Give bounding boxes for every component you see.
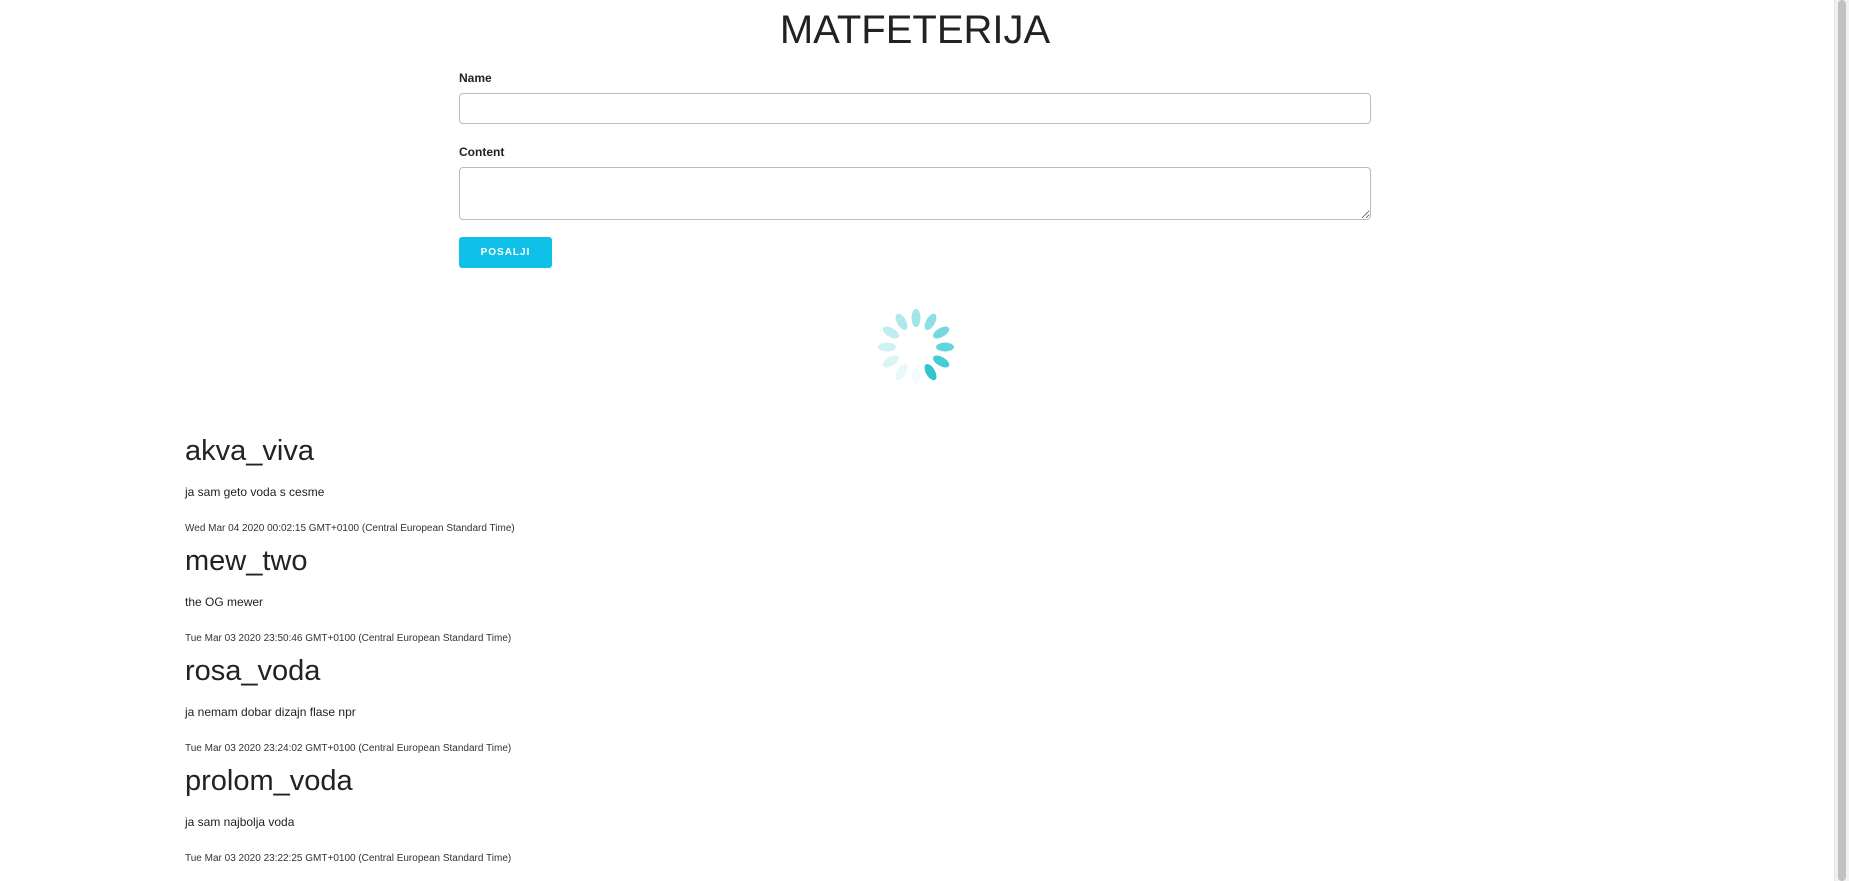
post-content: the OG mewer [185, 595, 264, 609]
post-list: akva_viva ja sam geto voda s cesme Wed M… [185, 430, 1685, 866]
spinner-petal [911, 309, 921, 327]
scrollbar[interactable] [1834, 0, 1849, 881]
post-content: ja sam geto voda s cesme [185, 485, 325, 499]
post-item: rosa_voda ja nemam dobar dizajn flase np… [185, 650, 1685, 756]
post-author: rosa_voda [185, 655, 321, 687]
post-content: ja sam najbolja voda [185, 815, 295, 829]
scrollbar-thumb[interactable] [1838, 0, 1846, 881]
submit-button[interactable]: POSALJI [459, 237, 552, 268]
post-form: Name Content POSALJI [459, 70, 1371, 268]
name-label: Name [459, 71, 492, 85]
spinner-petal [911, 367, 921, 385]
post-author: akva_viva [185, 435, 314, 467]
post-item: akva_viva ja sam geto voda s cesme Wed M… [185, 430, 1685, 536]
spinner-petal [895, 313, 908, 330]
spinner-petal [882, 355, 899, 368]
post-item: mew_two the OG mewer Tue Mar 03 2020 23:… [185, 540, 1685, 646]
spinner-petal [878, 342, 896, 352]
loading-spinner-icon [874, 305, 958, 389]
spinner-petal [936, 342, 954, 352]
page-title: MATFETERIJA [779, 8, 1051, 52]
post-date: Tue Mar 03 2020 23:22:25 GMT+0100 (Centr… [185, 853, 512, 864]
spinner-petal [895, 364, 908, 381]
spinner-petal [933, 326, 950, 339]
post-author: mew_two [185, 545, 308, 577]
name-input[interactable] [459, 93, 1371, 124]
spinner-petal [924, 313, 937, 330]
spinner-petal [924, 364, 937, 381]
post-content: ja nemam dobar dizajn flase npr [185, 705, 356, 719]
spinner-petal [933, 355, 950, 368]
content-label: Content [459, 145, 505, 159]
post-author: prolom_voda [185, 765, 353, 797]
content-textarea[interactable] [459, 167, 1371, 220]
post-date: Tue Mar 03 2020 23:50:46 GMT+0100 (Centr… [185, 633, 512, 644]
post-date: Wed Mar 04 2020 00:02:15 GMT+0100 (Centr… [185, 523, 515, 534]
spinner-petal [882, 326, 899, 339]
post-item: prolom_voda ja sam najbolja voda Tue Mar… [185, 760, 1685, 866]
page: MATFETERIJA Name Content POSALJI akva_vi… [0, 0, 1849, 881]
post-date: Tue Mar 03 2020 23:24:02 GMT+0100 (Centr… [185, 743, 512, 754]
